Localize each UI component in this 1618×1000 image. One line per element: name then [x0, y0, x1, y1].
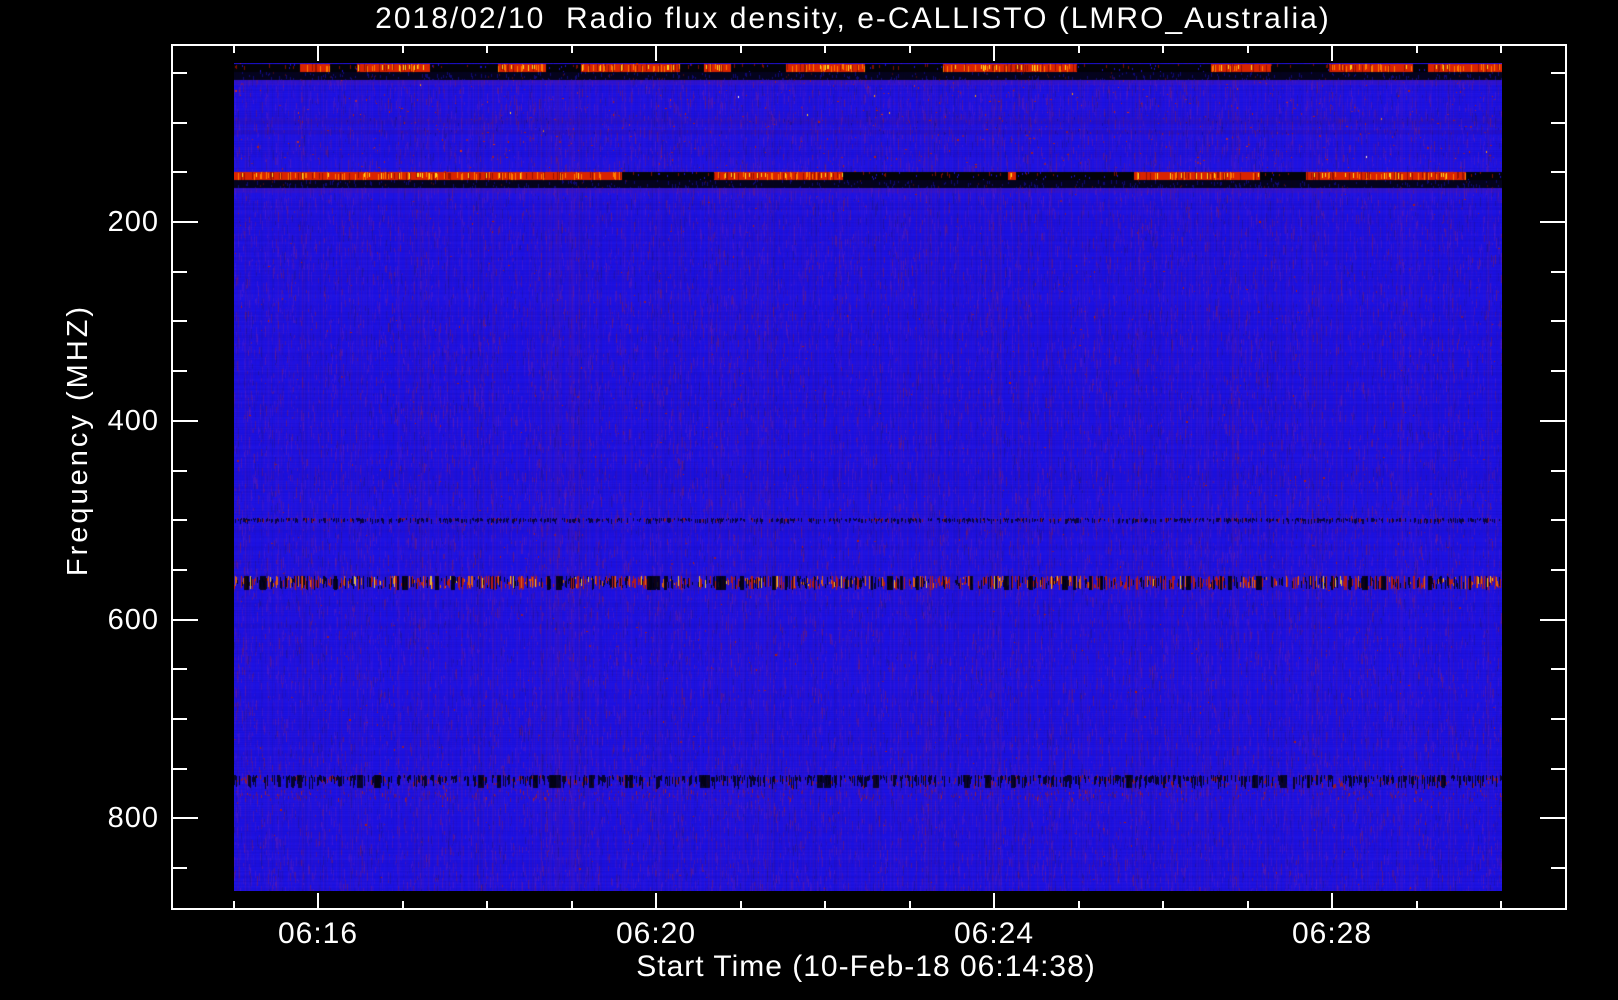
- x-minor-tick-top: [739, 46, 742, 53]
- x-minor-tick-bottom: [1500, 901, 1502, 908]
- x-tick-label: 06:16: [277, 917, 359, 950]
- y-tick-label: 200: [107, 206, 159, 239]
- y-minor-tick-right: [1551, 519, 1565, 522]
- x-major-tick-top: [317, 46, 319, 61]
- y-major-tick-left: [173, 221, 198, 224]
- y-minor-tick-left: [173, 469, 187, 472]
- x-major-tick-bottom: [1331, 893, 1333, 908]
- y-major-tick-left: [173, 817, 198, 820]
- y-minor-tick-left: [173, 519, 187, 522]
- y-minor-tick-right: [1551, 320, 1565, 323]
- y-minor-tick-left: [173, 718, 187, 721]
- y-major-tick-right: [1540, 419, 1565, 422]
- y-tick-label: 800: [107, 802, 159, 835]
- x-minor-tick-bottom: [739, 901, 742, 908]
- x-tick-label: 06:24: [953, 917, 1035, 950]
- x-major-tick-top: [1331, 46, 1333, 61]
- y-minor-tick-right: [1551, 370, 1565, 373]
- x-minor-tick-top: [232, 46, 235, 53]
- y-major-tick-left: [173, 419, 198, 422]
- x-minor-tick-bottom: [1077, 901, 1080, 908]
- y-major-tick-left: [173, 618, 198, 621]
- x-minor-tick-top: [570, 46, 573, 53]
- y-major-tick-right: [1540, 618, 1565, 621]
- x-minor-tick-bottom: [824, 901, 826, 908]
- x-major-tick-bottom: [655, 893, 657, 908]
- y-minor-tick-right: [1551, 469, 1565, 472]
- y-minor-tick-left: [173, 71, 187, 74]
- x-minor-tick-top: [1246, 46, 1249, 53]
- y-minor-tick-right: [1551, 568, 1565, 571]
- chart-title: 2018/02/10 Radio flux density, e-CALLIST…: [375, 2, 1331, 35]
- x-minor-tick-bottom: [570, 901, 573, 908]
- x-minor-tick-bottom: [486, 901, 488, 908]
- y-minor-tick-left: [173, 867, 187, 870]
- x-minor-tick-top: [1500, 46, 1502, 53]
- x-minor-tick-bottom: [1415, 901, 1418, 908]
- x-axis-title: Start Time (10-Feb-18 06:14:38): [636, 950, 1096, 983]
- x-tick-label: 06:28: [1291, 917, 1373, 950]
- y-minor-tick-right: [1551, 71, 1565, 74]
- x-minor-tick-bottom: [1246, 901, 1249, 908]
- x-minor-tick-bottom: [401, 901, 404, 908]
- y-minor-tick-right: [1551, 718, 1565, 721]
- x-major-tick-top: [993, 46, 995, 61]
- x-minor-tick-top: [824, 46, 826, 53]
- y-minor-tick-right: [1551, 668, 1565, 671]
- x-major-tick-bottom: [993, 893, 995, 908]
- x-minor-tick-top: [1415, 46, 1418, 53]
- y-axis-title: Frequency (MHZ): [62, 303, 94, 577]
- spectrogram-page: 2018/02/10 Radio flux density, e-CALLIST…: [0, 0, 1618, 1000]
- y-major-tick-right: [1540, 221, 1565, 224]
- y-minor-tick-right: [1551, 171, 1565, 174]
- y-minor-tick-left: [173, 668, 187, 671]
- x-major-tick-bottom: [317, 893, 319, 908]
- x-major-tick-top: [655, 46, 657, 61]
- y-minor-tick-left: [173, 121, 187, 124]
- x-minor-tick-top: [1162, 46, 1164, 53]
- spectrogram-image: [234, 63, 1502, 891]
- x-minor-tick-top: [1077, 46, 1080, 53]
- y-tick-label: 400: [107, 404, 159, 437]
- y-minor-tick-left: [173, 568, 187, 571]
- y-minor-tick-left: [173, 320, 187, 323]
- y-minor-tick-left: [173, 370, 187, 373]
- y-major-tick-right: [1540, 817, 1565, 820]
- y-minor-tick-right: [1551, 121, 1565, 124]
- x-minor-tick-top: [908, 46, 911, 53]
- x-minor-tick-top: [401, 46, 404, 53]
- x-minor-tick-top: [486, 46, 488, 53]
- y-minor-tick-right: [1551, 867, 1565, 870]
- y-minor-tick-right: [1551, 270, 1565, 273]
- y-minor-tick-left: [173, 171, 187, 174]
- y-minor-tick-right: [1551, 767, 1565, 770]
- y-minor-tick-left: [173, 270, 187, 273]
- x-minor-tick-bottom: [908, 901, 911, 908]
- x-tick-label: 06:20: [615, 917, 697, 950]
- y-tick-label: 600: [107, 603, 159, 636]
- x-minor-tick-bottom: [232, 901, 235, 908]
- x-minor-tick-bottom: [1162, 901, 1164, 908]
- y-minor-tick-left: [173, 767, 187, 770]
